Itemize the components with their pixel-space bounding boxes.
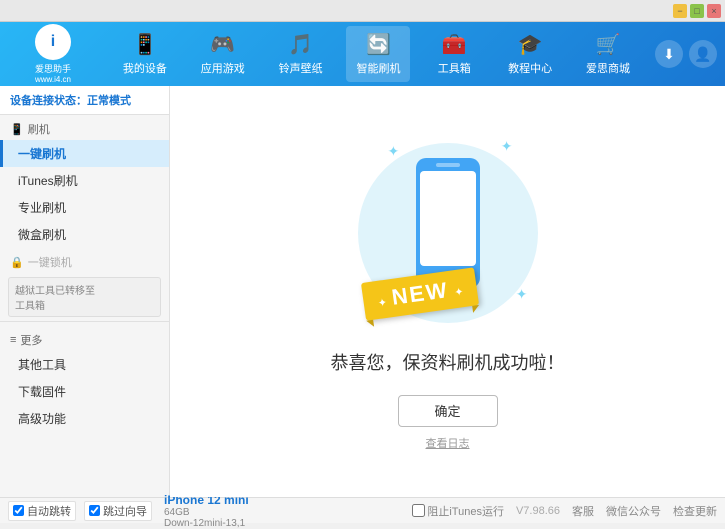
- tutorials-label: 教程中心: [508, 60, 552, 76]
- nav-toolbox[interactable]: 🧰 工具箱: [424, 26, 484, 82]
- download-button[interactable]: ⬇: [655, 40, 683, 68]
- view-log-link[interactable]: 查看日志: [426, 435, 470, 451]
- sparkle-1: ✦: [388, 143, 400, 160]
- logo-icon: i: [35, 24, 71, 60]
- sidebar-item-pro-flash[interactable]: 专业刷机: [0, 194, 169, 221]
- nav-right-buttons: ⬇ 👤: [655, 40, 717, 68]
- close-button[interactable]: ×: [707, 4, 721, 18]
- confirm-button[interactable]: 确定: [398, 395, 498, 427]
- status-label: 设备连接状态：: [10, 95, 87, 107]
- new-badge: ✦ NEW ✦: [363, 275, 477, 313]
- smart-flash-icon: 🔄: [366, 32, 391, 57]
- connection-status: 设备连接状态：正常模式: [0, 86, 169, 115]
- auto-redirect-label: 自动跳转: [27, 503, 71, 519]
- sparkle-2: ✦: [501, 138, 513, 155]
- apps-games-label: 应用游戏: [201, 60, 245, 76]
- auto-redirect-input[interactable]: [13, 505, 24, 516]
- maximize-button[interactable]: □: [690, 4, 704, 18]
- sidebar-item-other-tools[interactable]: 其他工具: [0, 351, 169, 378]
- apps-games-icon: 🎮: [210, 32, 235, 57]
- my-device-icon: 📱: [132, 32, 157, 57]
- flash-section-header: 📱 刷机: [0, 115, 169, 140]
- check-update-link[interactable]: 检查更新: [673, 503, 717, 519]
- new-text: NEW: [390, 277, 450, 310]
- ringtones-icon: 🎵: [288, 32, 313, 57]
- success-illustration: ✦ ✦ ✦ ✦ NEW ✦: [348, 133, 548, 333]
- logo-text: 爱思助手 www.i4.cn: [35, 62, 71, 84]
- flash-section-label: 刷机: [28, 121, 50, 137]
- main-content: ✦ ✦ ✦ ✦ NEW ✦: [170, 86, 725, 497]
- sidebar-item-itunes-flash[interactable]: iTunes刷机: [0, 167, 169, 194]
- nav-tutorials[interactable]: 🎓 教程中心: [498, 26, 562, 82]
- sidebar: 设备连接状态：正常模式 📱 刷机 一键刷机 iTunes刷机 专业刷机 微盒刷机…: [0, 86, 170, 497]
- account-button[interactable]: 👤: [689, 40, 717, 68]
- minimize-button[interactable]: −: [673, 4, 687, 18]
- stop-itunes: 阻止iTunes运行: [412, 503, 504, 519]
- smart-flash-label: 智能刷机: [356, 60, 400, 76]
- top-navigation: i 爱思助手 www.i4.cn 📱 我的设备 🎮 应用游戏 🎵 铃声壁纸 🔄 …: [0, 22, 725, 86]
- tutorials-icon: 🎓: [518, 32, 543, 57]
- sidebar-item-one-click-flash[interactable]: 一键刷机: [0, 140, 169, 167]
- lock-section-header: 🔒 一键锁机: [0, 248, 169, 273]
- stop-itunes-label: 阻止iTunes运行: [427, 503, 504, 519]
- more-section-icon: ≡: [10, 334, 16, 346]
- store-label: 爱思商城: [586, 60, 630, 76]
- flash-section-icon: 📱: [10, 123, 24, 136]
- star-right-icon: ✦: [453, 286, 464, 299]
- bottom-right: 阻止iTunes运行 V7.98.66 客服 微信公众号 检查更新: [412, 503, 717, 519]
- more-section-label: 更多: [20, 332, 42, 348]
- device-storage: 64GB: [164, 507, 249, 518]
- skip-wizard-label: 跳过向导: [103, 503, 147, 519]
- success-message: 恭喜您，保资料刷机成功啦！: [331, 349, 565, 375]
- nav-store[interactable]: 🛒 爱思商城: [576, 26, 640, 82]
- toolbox-label: 工具箱: [438, 60, 471, 76]
- sidebar-item-dual-flash[interactable]: 微盒刷机: [0, 221, 169, 248]
- content-area: 设备连接状态：正常模式 📱 刷机 一键刷机 iTunes刷机 专业刷机 微盒刷机…: [0, 86, 725, 497]
- nav-ringtones[interactable]: 🎵 铃声壁纸: [269, 26, 333, 82]
- nav-items: 📱 我的设备 🎮 应用游戏 🎵 铃声壁纸 🔄 智能刷机 🧰 工具箱 🎓 教程中心…: [106, 26, 647, 82]
- more-section-header: ≡ 更多: [0, 326, 169, 351]
- titlebar: − □ ×: [0, 0, 725, 22]
- toolbox-icon: 🧰: [442, 32, 467, 57]
- nav-my-device[interactable]: 📱 我的设备: [113, 26, 177, 82]
- skip-wizard-checkbox[interactable]: 跳过向导: [84, 501, 152, 521]
- version-text: V7.98.66: [516, 505, 560, 517]
- nav-apps-games[interactable]: 🎮 应用游戏: [191, 26, 255, 82]
- bottom-bar: 自动跳转 跳过向导 iPhone 12 mini 64GB Down-12min…: [0, 497, 725, 523]
- sidebar-item-download-firmware[interactable]: 下载固件: [0, 378, 169, 405]
- lock-label: 一键锁机: [28, 254, 72, 270]
- device-info: iPhone 12 mini 64GB Down-12mini-13,1: [164, 493, 249, 529]
- star-left-icon: ✦: [377, 296, 388, 309]
- skip-wizard-input[interactable]: [89, 505, 100, 516]
- ringtones-label: 铃声壁纸: [279, 60, 323, 76]
- sidebar-item-advanced[interactable]: 高级功能: [0, 405, 169, 432]
- device-version: Down-12mini-13,1: [164, 518, 249, 529]
- jailbreak-notice: 越狱工具已转移至 工具箱: [8, 277, 161, 317]
- wechat-link[interactable]: 微信公众号: [606, 503, 661, 519]
- nav-smart-flash[interactable]: 🔄 智能刷机: [346, 26, 410, 82]
- lock-icon: 🔒: [10, 256, 24, 269]
- my-device-label: 我的设备: [123, 60, 167, 76]
- sidebar-divider: [0, 321, 169, 322]
- status-value: 正常模式: [87, 95, 131, 107]
- auto-redirect-checkbox[interactable]: 自动跳转: [8, 501, 76, 521]
- service-link[interactable]: 客服: [572, 503, 594, 519]
- stop-itunes-checkbox[interactable]: [412, 504, 425, 517]
- logo: i 爱思助手 www.i4.cn: [8, 24, 98, 84]
- store-icon: 🛒: [596, 32, 621, 57]
- sparkle-3: ✦: [516, 286, 528, 303]
